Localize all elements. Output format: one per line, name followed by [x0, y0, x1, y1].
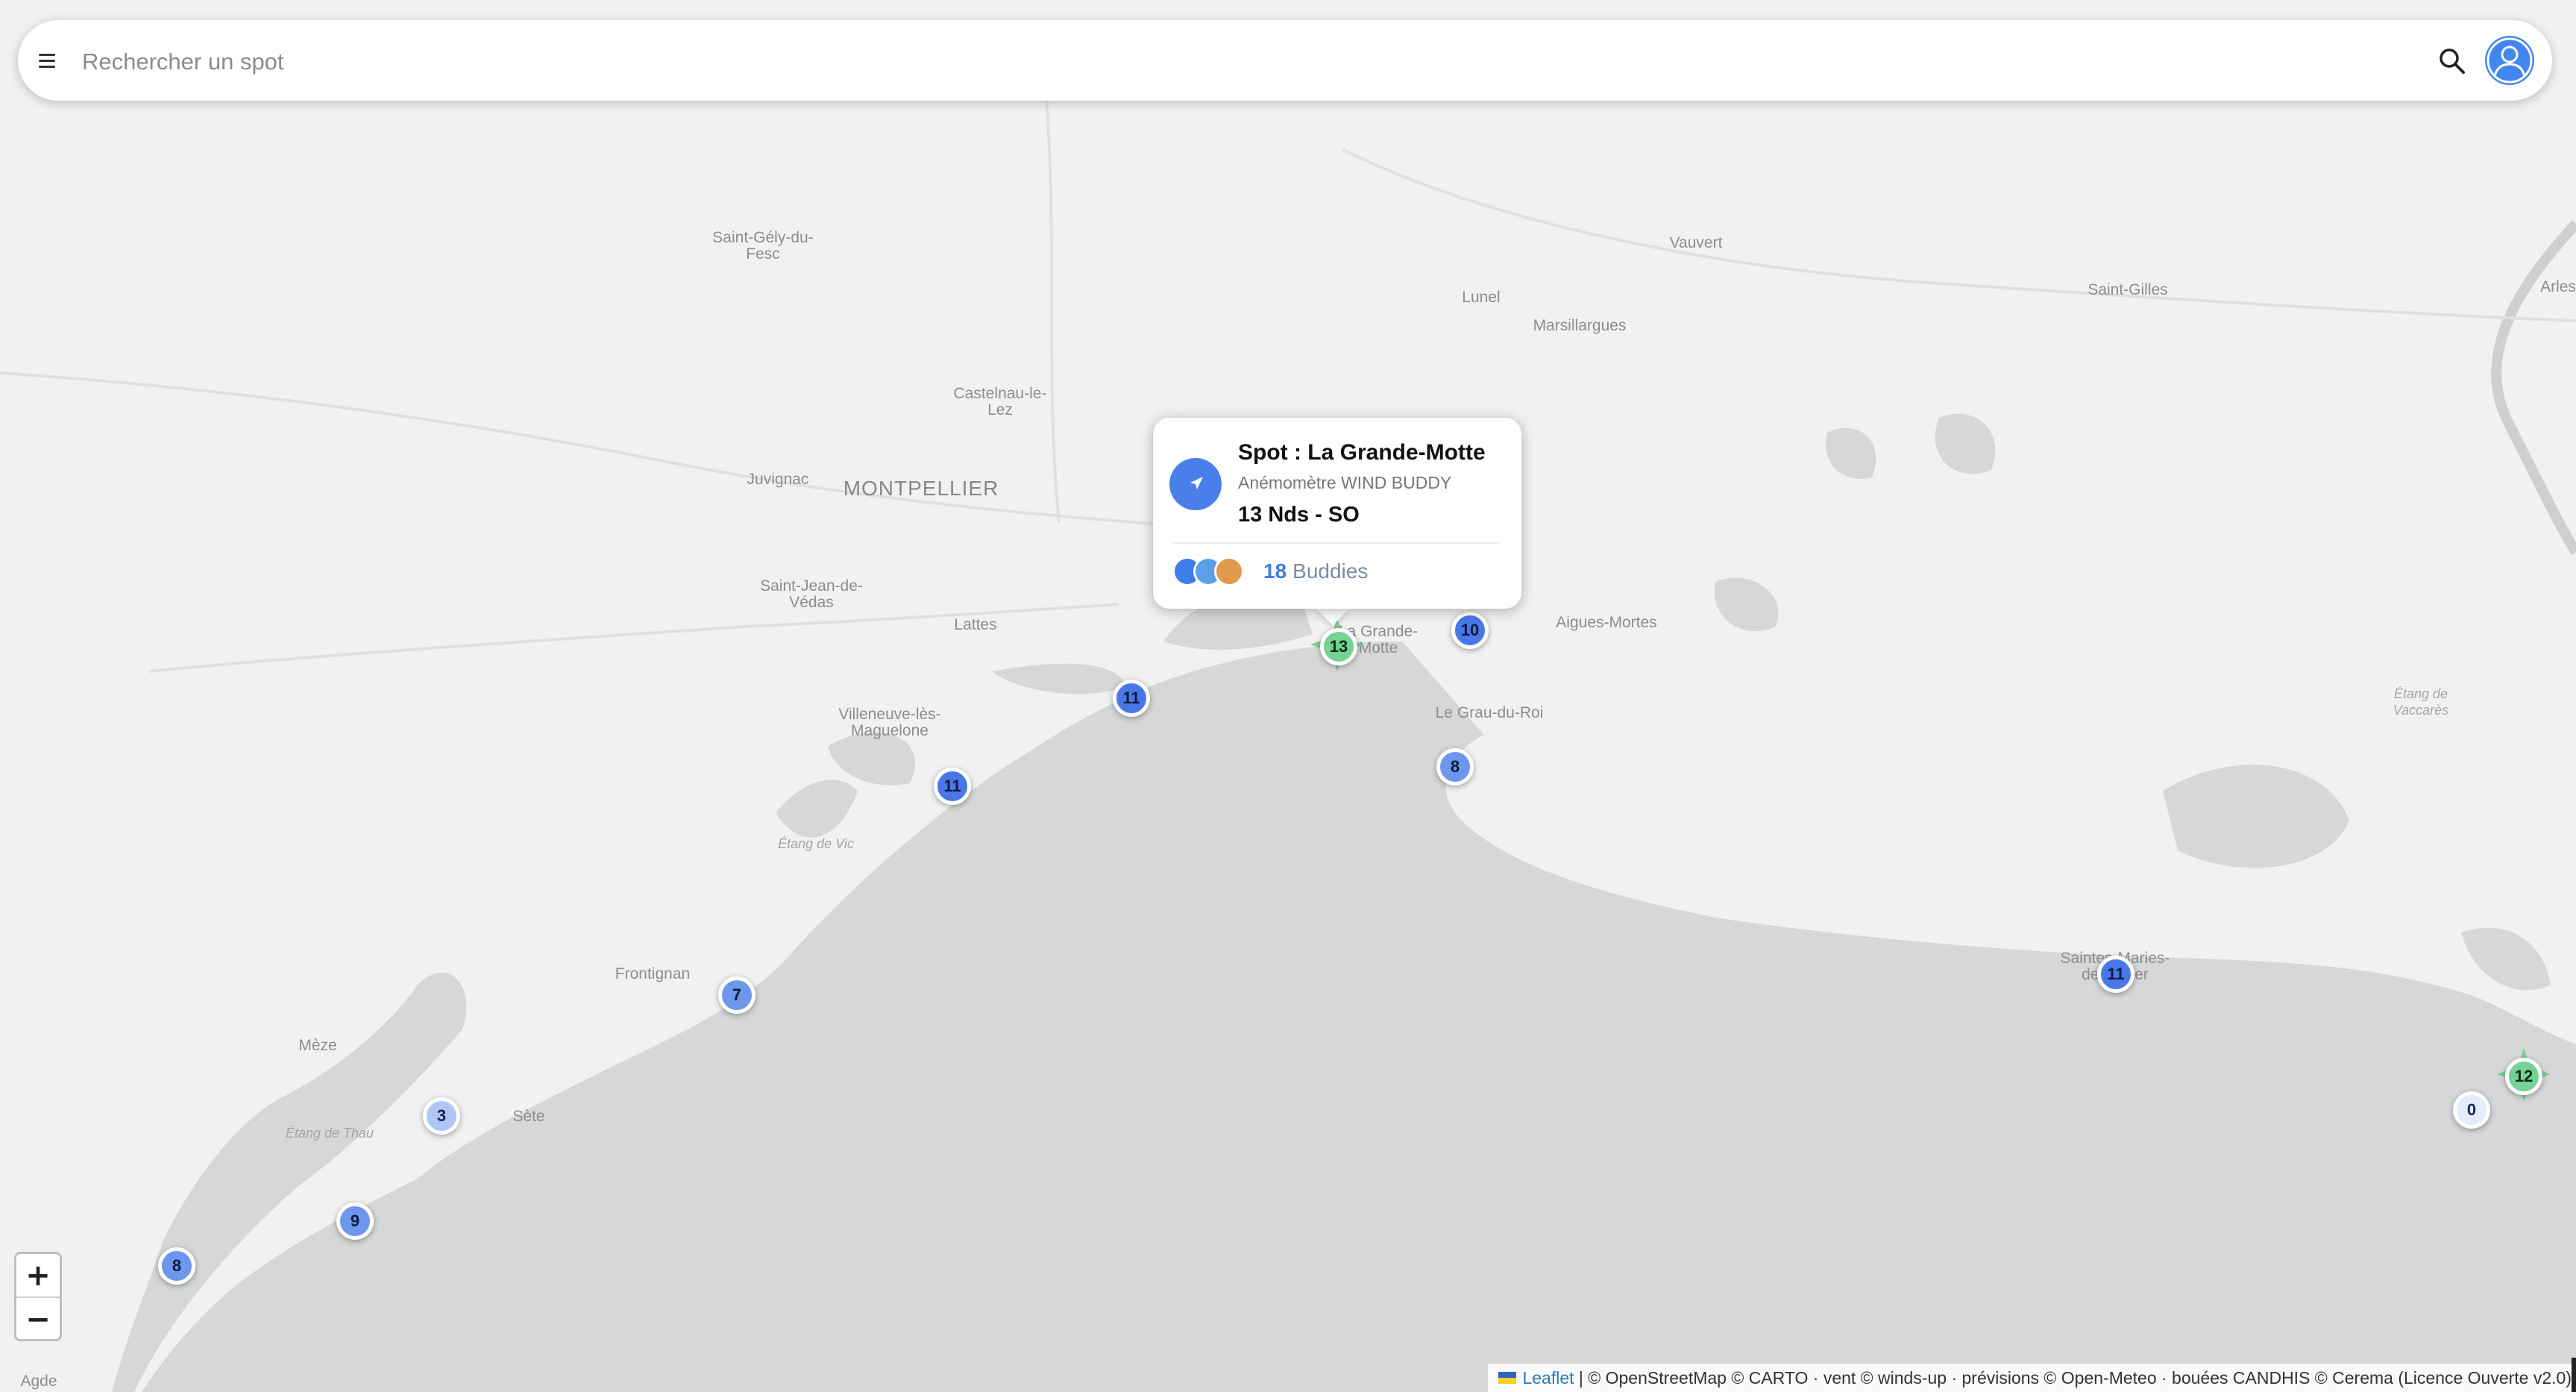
place-label: MONTPELLIER — [843, 477, 999, 500]
place-label: Castelnau-le- Lez — [953, 385, 1047, 418]
place-label: Saint-Jean-de- Védas — [760, 577, 863, 611]
buddy-avatar[interactable] — [1214, 557, 1244, 586]
place-label: Vauvert — [1669, 234, 1723, 251]
wind-reading: 13 Nds - SO — [1238, 503, 1360, 527]
attribution-text: | © OpenStreetMap © CARTO · vent © winds… — [1578, 1367, 2572, 1388]
ukraine-flag-icon — [1498, 1372, 1517, 1384]
spot-marker[interactable]: 7 — [718, 976, 755, 1014]
place-label: Étang de Vaccarès — [2393, 686, 2449, 718]
place-label: Sète — [512, 1108, 545, 1125]
map-attribution: Leaflet | © OpenStreetMap © CARTO · vent… — [1488, 1364, 2576, 1392]
navigation-arrow-icon[interactable] — [1169, 458, 1222, 510]
zoom-in-button[interactable]: + — [16, 1254, 60, 1298]
place-label: Saint-Gély-du- Fesc — [712, 229, 814, 263]
spot-marker[interactable]: 8 — [1436, 748, 1474, 786]
user-avatar-icon[interactable] — [2484, 34, 2536, 87]
spot-marker[interactable]: 0 — [2453, 1091, 2490, 1129]
place-label: Juvignac — [747, 471, 809, 488]
spot-marker[interactable]: 13 — [1320, 628, 1357, 665]
popup-title: Spot : La Grande-Motte — [1238, 440, 1486, 465]
divider — [1172, 542, 1499, 544]
place-label: Marsillargues — [1533, 317, 1627, 334]
place-label: Étang de Thau — [285, 1126, 374, 1141]
spot-marker[interactable]: 11 — [2097, 956, 2134, 993]
buddies-label: Buddies — [1292, 559, 1369, 583]
spot-marker[interactable]: 11 — [934, 768, 971, 805]
buddies-link[interactable]: 18 Buddies — [1263, 559, 1368, 583]
place-label: Villeneuve-lès- Maguelone — [838, 706, 941, 739]
place-label: Saint-Gilles — [2087, 281, 2168, 298]
buddies-count: 18 — [1263, 559, 1287, 583]
place-label: Le Grau-du-Roi — [1435, 704, 1544, 721]
zoom-control: + − — [14, 1252, 62, 1341]
search-input[interactable] — [81, 40, 2246, 84]
place-label: Arles — [2540, 278, 2576, 295]
window-edge — [2572, 1358, 2576, 1392]
place-label: Lattes — [954, 616, 997, 633]
map-canvas[interactable] — [0, 0, 2576, 1392]
spot-marker[interactable]: 3 — [423, 1097, 460, 1135]
spot-popup[interactable]: Spot : La Grande-Motte Anémomètre WIND B… — [1153, 418, 1521, 609]
place-label: Aigues-Mortes — [1556, 614, 1657, 631]
leaflet-link[interactable]: Leaflet — [1522, 1368, 1574, 1388]
spot-marker[interactable]: 8 — [158, 1247, 195, 1285]
place-label: Étang de Vic — [778, 836, 854, 851]
menu-icon[interactable] — [39, 54, 58, 69]
place-label: Agde — [20, 1373, 57, 1390]
search-icon[interactable] — [2437, 46, 2467, 76]
popup-subtitle: Anémomètre WIND BUDDY — [1238, 473, 1452, 492]
place-label: Lunel — [1462, 289, 1501, 306]
spot-marker[interactable]: 10 — [1451, 612, 1489, 649]
spot-marker[interactable]: 12 — [2505, 1058, 2542, 1095]
spot-marker[interactable]: 11 — [1113, 680, 1150, 717]
spot-marker[interactable]: 9 — [336, 1203, 374, 1240]
place-label: Mèze — [298, 1037, 337, 1054]
place-label: Frontignan — [615, 965, 691, 982]
zoom-out-button[interactable]: − — [16, 1298, 60, 1339]
